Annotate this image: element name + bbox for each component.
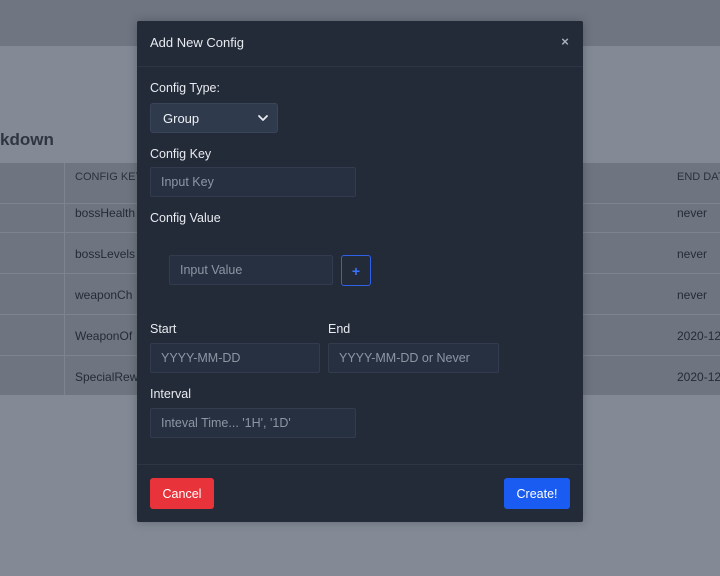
- add-config-modal: Add New Config × Config Type: Group Conf…: [137, 21, 583, 522]
- create-button[interactable]: Create!: [504, 478, 570, 509]
- table-cell-key: SpecialRew: [75, 370, 137, 384]
- close-icon[interactable]: ×: [557, 34, 573, 52]
- table-cell-key: WeaponOf: [75, 329, 133, 343]
- config-type-select[interactable]: Group: [150, 103, 278, 133]
- modal-title: Add New Config: [150, 35, 244, 50]
- column-header-end-date: END DAT: [677, 171, 720, 183]
- config-value-input[interactable]: [169, 255, 333, 285]
- config-key-label: Config Key: [150, 147, 212, 161]
- cancel-button[interactable]: Cancel: [150, 478, 214, 509]
- config-type-label: Config Type:: [150, 81, 220, 95]
- table-cell-key: weaponCh: [75, 288, 133, 302]
- column-header-config-key: CONFIG KEY: [75, 171, 137, 183]
- table-cell-key: bossHealth: [75, 206, 136, 220]
- table-cell-key: bossLevels: [75, 247, 136, 261]
- modal-header: Add New Config ×: [137, 21, 583, 67]
- interval-input[interactable]: [150, 408, 356, 438]
- modal-footer-divider: [137, 464, 583, 465]
- end-label: End: [328, 322, 351, 336]
- table-cell-end: never: [677, 247, 708, 261]
- config-key-input[interactable]: [150, 167, 356, 197]
- add-value-button[interactable]: +: [341, 255, 371, 286]
- table-cell-end: never: [677, 288, 708, 302]
- start-label: Start: [150, 322, 177, 336]
- table-cell-end: never: [677, 206, 708, 220]
- config-value-label: Config Value: [150, 211, 221, 225]
- table-cell-end: 2020-12: [677, 329, 720, 343]
- end-date-input[interactable]: [328, 343, 499, 373]
- start-date-input[interactable]: [150, 343, 320, 373]
- background-table-divider: [64, 163, 65, 395]
- chevron-down-icon: [258, 115, 268, 121]
- background-page-title: kdown: [0, 130, 54, 149]
- plus-icon: +: [351, 262, 361, 279]
- config-type-selected-value: Group: [163, 111, 200, 126]
- interval-label: Interval: [150, 387, 191, 401]
- table-cell-end: 2020-12: [677, 370, 720, 384]
